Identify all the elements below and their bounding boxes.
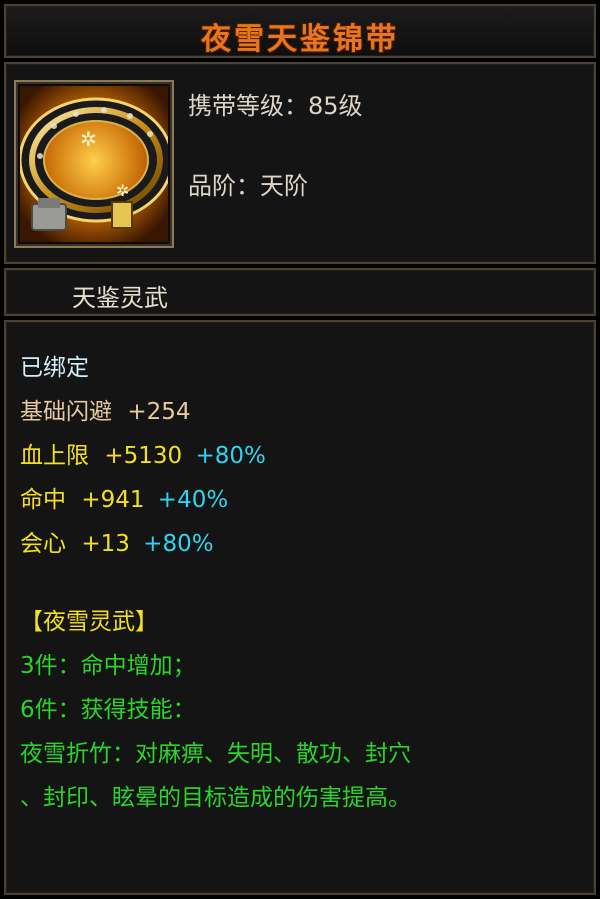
title-bar: 夜雪天鉴锦带	[4, 4, 596, 58]
stat-row-crit: 会心 +13 +80%	[20, 524, 214, 558]
set-bonus-6: 6件：获得技能：	[20, 697, 196, 723]
skill-desc-line2: 、封印、眩晕的目标造成的伤害提高。	[20, 785, 411, 811]
stats-panel: 已绑定 基础闪避 +254 血上限 +5130 +80% 命中 +941 +40…	[4, 320, 596, 895]
stat-name: 会心	[20, 531, 66, 557]
skill-desc-line1: 夜雪折竹：对麻痹、失明、散功、封穴	[20, 741, 411, 767]
set-bonus-3: 3件：命中增加；	[20, 653, 196, 679]
stat-name: 血上限	[20, 443, 89, 469]
item-name: 夜雪天鉴锦带	[201, 22, 399, 57]
stat-name: 命中	[20, 487, 66, 513]
stat-row-hp: 血上限 +5130 +80%	[20, 436, 266, 470]
item-info-panel: ✲ ✲ 携带等级：85级 品阶：天阶	[4, 62, 596, 264]
stat-value: +5130	[104, 443, 183, 469]
stat-value: +254	[127, 399, 191, 425]
carry-level: 携带等级：85级	[188, 92, 363, 120]
stat-percent: +80%	[143, 531, 214, 557]
stat-row-hit: 命中 +941 +40%	[20, 480, 228, 514]
item-icon-slot[interactable]: ✲ ✲	[14, 80, 174, 248]
golden-belt-icon: ✲ ✲	[20, 86, 168, 242]
stat-row-dodge: 基础闪避 +254	[20, 392, 190, 426]
item-grade: 品阶：天阶	[188, 172, 308, 200]
stat-value: +941	[81, 487, 145, 513]
svg-text:✲: ✲	[116, 181, 129, 200]
bound-status: 已绑定	[20, 355, 89, 381]
svg-text:✲: ✲	[80, 127, 97, 151]
stat-percent: +80%	[195, 443, 266, 469]
set-name-bar: 天鉴灵武	[4, 268, 596, 316]
stat-percent: +40%	[157, 487, 229, 513]
set-title: 【夜雪灵武】	[20, 609, 158, 635]
stat-name: 基础闪避	[20, 399, 112, 425]
stat-value: +13	[81, 531, 130, 557]
set-name: 天鉴灵武	[72, 284, 168, 312]
